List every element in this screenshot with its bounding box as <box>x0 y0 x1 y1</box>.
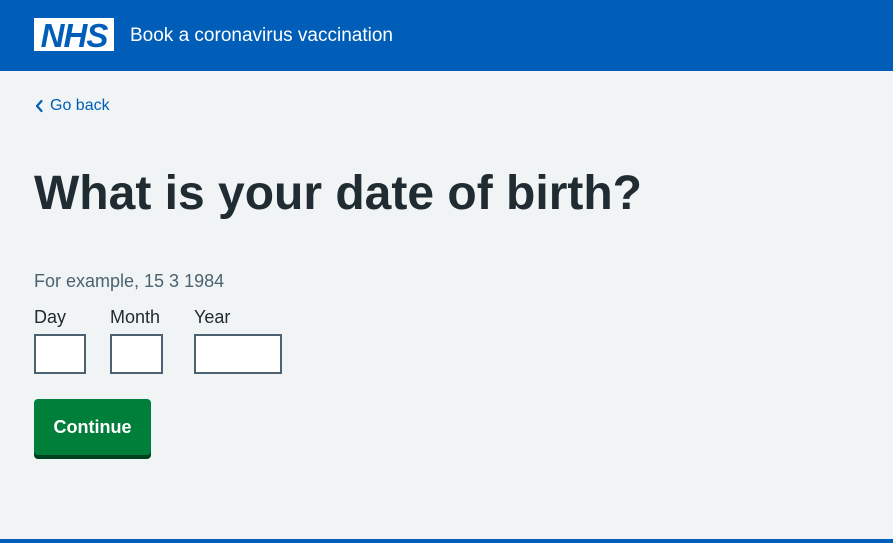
service-name[interactable]: Book a coronavirus vaccination <box>130 24 393 48</box>
year-input[interactable] <box>194 334 282 374</box>
nhs-logo-text: NHS <box>41 18 109 51</box>
chevron-left-icon <box>35 99 43 113</box>
day-label: Day <box>34 307 67 327</box>
month-item: Month <box>110 306 163 374</box>
page-title: What is your date of birth? <box>34 167 642 220</box>
year-item: Year <box>194 306 282 374</box>
month-label: Month <box>110 307 161 327</box>
continue-button[interactable]: Continue <box>34 399 151 455</box>
month-input[interactable] <box>110 334 163 374</box>
back-link-label: Go back <box>50 97 110 114</box>
day-input[interactable] <box>34 334 86 374</box>
footer-bar <box>0 539 893 543</box>
day-item: Day <box>34 306 86 374</box>
nhs-logo[interactable]: NHS <box>34 18 114 51</box>
site-header: NHS Book a coronavirus vaccination <box>0 0 893 71</box>
nhs-logo-mark: NHS <box>34 18 114 51</box>
date-hint: For example, 15 3 1984 <box>34 271 225 291</box>
year-label: Year <box>194 307 231 327</box>
back-link[interactable]: Go back <box>34 96 110 116</box>
